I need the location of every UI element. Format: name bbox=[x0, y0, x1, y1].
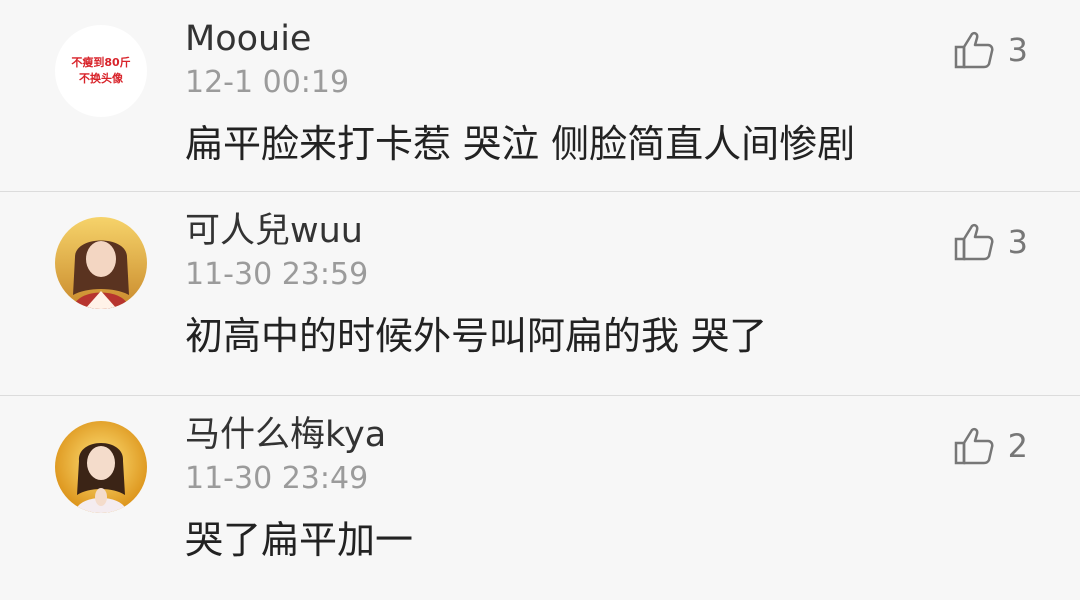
thumbs-up-icon bbox=[954, 223, 994, 261]
like-button[interactable]: 2 bbox=[954, 426, 1028, 466]
thumbs-up-icon bbox=[954, 427, 994, 465]
comment-text: 初高中的时候外号叫阿扁的我 哭了 bbox=[185, 314, 768, 358]
like-count: 2 bbox=[1007, 427, 1028, 465]
like-button[interactable]: 3 bbox=[954, 30, 1028, 70]
like-count: 3 bbox=[1007, 223, 1028, 261]
comment-timestamp: 11-30 23:49 bbox=[185, 461, 369, 496]
comment-item: 可人兒wuu 11-30 23:59 初高中的时候外号叫阿扁的我 哭了 3 bbox=[0, 192, 1080, 396]
comment-timestamp: 12-1 00:19 bbox=[185, 65, 350, 100]
avatar-text-line: 不瘦到80斤 bbox=[71, 56, 131, 69]
comment-username[interactable]: 马什么梅kya bbox=[185, 414, 386, 456]
like-button[interactable]: 3 bbox=[954, 222, 1028, 262]
avatar[interactable]: 不瘦到80斤 不换头像 bbox=[55, 25, 147, 117]
avatar-text-line: 不换头像 bbox=[79, 72, 123, 85]
avatar[interactable] bbox=[55, 217, 147, 309]
comment-username[interactable]: Moouie bbox=[185, 18, 311, 60]
comment-list: 不瘦到80斤 不换头像 Moouie 12-1 00:19 扁平脸来打卡惹 哭泣… bbox=[0, 0, 1080, 600]
comment-text: 哭了扁平加一 bbox=[185, 518, 414, 562]
comment-item: 马什么梅kya 11-30 23:49 哭了扁平加一 2 bbox=[0, 396, 1080, 600]
avatar[interactable] bbox=[55, 421, 147, 513]
comment-item: 不瘦到80斤 不换头像 Moouie 12-1 00:19 扁平脸来打卡惹 哭泣… bbox=[0, 0, 1080, 192]
comment-text: 扁平脸来打卡惹 哭泣 侧脸简直人间惨剧 bbox=[185, 122, 856, 166]
comment-username[interactable]: 可人兒wuu bbox=[185, 210, 363, 252]
like-count: 3 bbox=[1007, 31, 1028, 69]
comment-timestamp: 11-30 23:59 bbox=[185, 257, 369, 292]
thumbs-up-icon bbox=[954, 31, 994, 69]
